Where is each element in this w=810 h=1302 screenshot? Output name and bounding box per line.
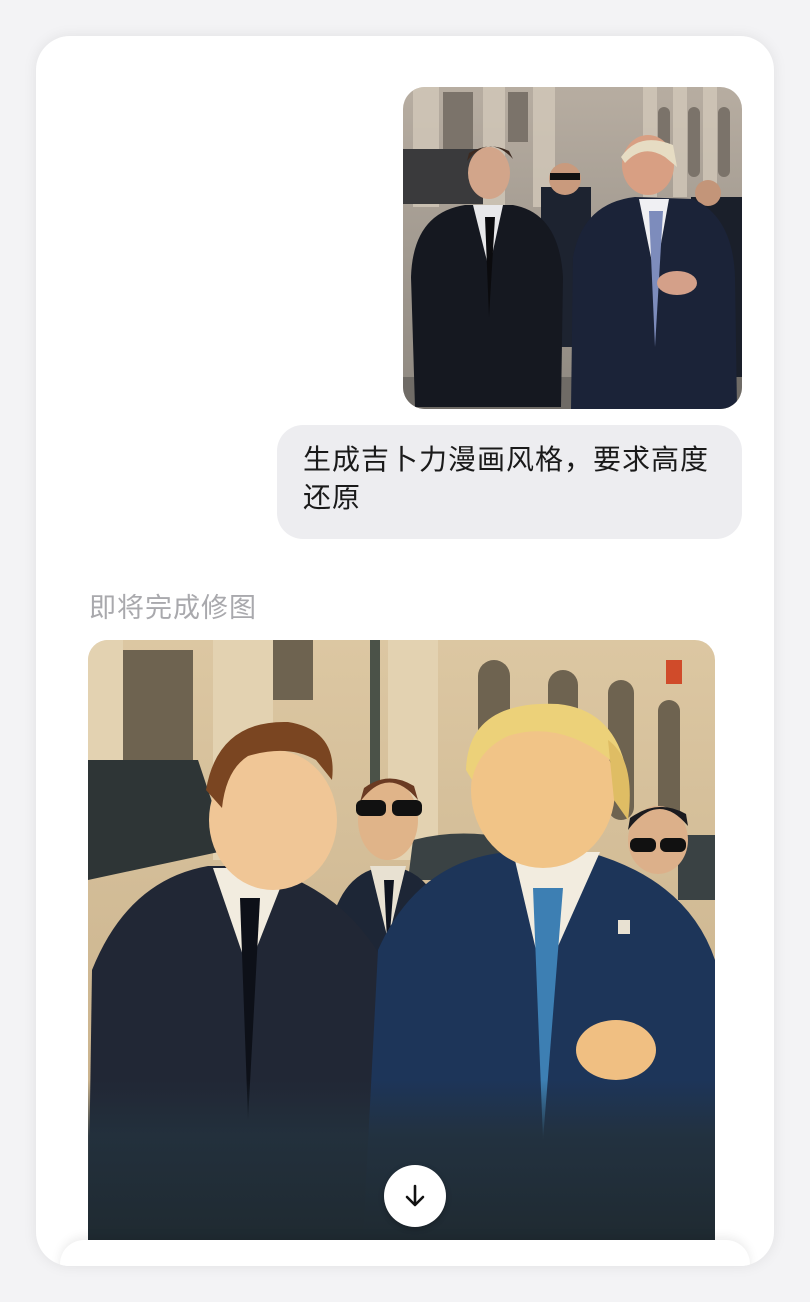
- chat-card: 生成吉卜力漫画风格，要求高度还原 即将完成修图: [36, 36, 774, 1266]
- bottom-sheet: [60, 1240, 750, 1266]
- user-message-bubble[interactable]: 生成吉卜力漫画风格，要求高度还原: [277, 425, 742, 539]
- arrow-down-icon: [405, 1184, 425, 1207]
- generation-status: 即将完成修图: [89, 593, 257, 624]
- user-uploaded-photo[interactable]: [403, 87, 742, 409]
- download-button[interactable]: [384, 1165, 446, 1227]
- generated-image[interactable]: [88, 640, 715, 1240]
